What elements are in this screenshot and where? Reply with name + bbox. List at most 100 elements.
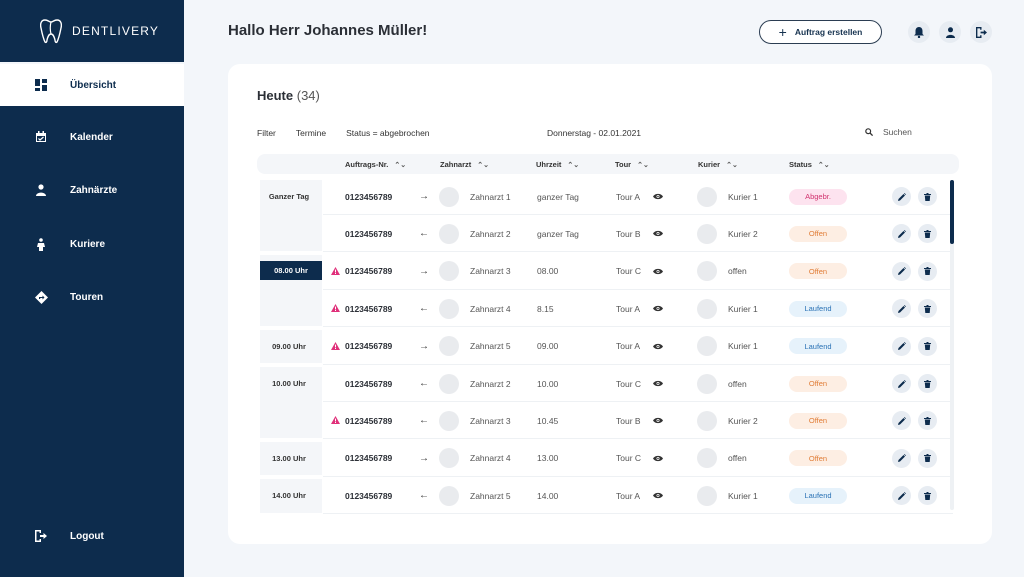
table-row[interactable]: 0123456789 ← Zahnarzt 4 8.15 Tour A Kurier 1 L… (323, 290, 953, 328)
user-icon (945, 26, 955, 38)
logout-label: Logout (70, 530, 104, 542)
dentist-name[interactable]: Zahnarzt 4 (470, 290, 511, 327)
delete-button[interactable] (918, 178, 937, 215)
table-row[interactable]: 0123456789 → Zahnarzt 4 13.00 Tour C offen Off… (323, 440, 953, 477)
delete-button[interactable] (918, 477, 937, 514)
column-header-time[interactable]: Uhrzeit ⌃⌄ (536, 160, 579, 169)
courier-name[interactable]: Kurier 1 (728, 328, 758, 365)
courier-name[interactable]: Kurier 1 (728, 477, 758, 514)
delete-button[interactable] (918, 215, 937, 252)
sidebar-item-kuriere[interactable]: Kuriere (0, 223, 184, 265)
courier-name[interactable]: Kurier 1 (728, 178, 758, 215)
sidebar-item-touren[interactable]: Touren (0, 276, 184, 318)
courier-name[interactable]: offen (728, 365, 747, 402)
delete-button[interactable] (918, 365, 937, 402)
filter-button[interactable]: Filter (257, 128, 276, 138)
filter-termine[interactable]: Termine (296, 128, 326, 138)
courier-name[interactable]: Kurier 1 (728, 290, 758, 327)
courier-avatar (697, 402, 717, 439)
dentist-name[interactable]: Zahnarzt 3 (470, 253, 511, 290)
eye-icon (653, 231, 663, 237)
brand[interactable]: DENTLIVERY (0, 0, 184, 62)
search-input[interactable]: Suchen (883, 127, 912, 137)
dentist-name[interactable]: Zahnarzt 2 (470, 365, 511, 402)
search[interactable]: Suchen (865, 127, 912, 137)
dentist-name[interactable]: Zahnarzt 5 (470, 477, 511, 514)
edit-button[interactable] (892, 402, 911, 439)
view-tour-button[interactable] (653, 178, 663, 215)
delete-button[interactable] (918, 440, 937, 477)
edit-button[interactable] (892, 328, 911, 365)
courier-name[interactable]: Kurier 2 (728, 402, 758, 439)
sidebar-item-kalender[interactable]: Kalender (0, 116, 184, 158)
table-row[interactable]: 0123456789 ← Zahnarzt 5 14.00 Tour A Kurier 1… (323, 477, 953, 515)
view-tour-button[interactable] (653, 477, 663, 514)
status-badge: Offen (789, 440, 847, 477)
logout-icon (34, 529, 48, 543)
table-row[interactable]: 0123456789 ← Zahnarzt 2 10.00 Tour C offen Off… (323, 365, 953, 402)
column-header-tour[interactable]: Tour ⌃⌄ (615, 160, 649, 169)
dentist-name[interactable]: Zahnarzt 3 (470, 402, 511, 439)
edit-button[interactable] (892, 365, 911, 402)
edit-button[interactable] (892, 290, 911, 327)
tour-name: Tour B (616, 228, 641, 239)
tour-name: Tour C (616, 266, 642, 277)
order-time: ganzer Tag (537, 228, 579, 239)
eye-icon (653, 493, 663, 499)
scrollbar[interactable] (950, 180, 954, 510)
create-order-button[interactable]: + Auftrag erstellen (759, 20, 882, 44)
profile-button[interactable] (939, 21, 961, 43)
table-row[interactable]: 0123456789 ← Zahnarzt 2 ganzer Tag Tour B Kur… (323, 215, 953, 253)
delete-button[interactable] (918, 402, 937, 439)
dentist-avatar (439, 402, 459, 439)
logout-button[interactable]: Logout (0, 515, 184, 557)
table-row[interactable]: 0123456789 → Zahnarzt 5 09.00 Tour A Kurier 1… (323, 328, 953, 365)
delete-button[interactable] (918, 328, 937, 365)
edit-button[interactable] (892, 215, 911, 252)
courier-name[interactable]: Kurier 2 (728, 215, 758, 252)
column-header-dentist[interactable]: Zahnarzt ⌃⌄ (440, 160, 489, 169)
table-row[interactable]: 0123456789 → Zahnarzt 3 08.00 Tour C offen Off… (323, 253, 953, 290)
status-badge: Offen (789, 365, 847, 402)
eye-icon (653, 193, 663, 200)
delete-button[interactable] (918, 290, 937, 327)
direction-arrow-icon: → (419, 265, 429, 277)
filter-status[interactable]: Status = abgebrochen (346, 128, 429, 138)
view-tour-button[interactable] (653, 402, 663, 439)
sidebar-item-uebersicht[interactable]: Übersicht (0, 64, 184, 106)
view-tour-button[interactable] (653, 440, 663, 477)
tour-name: Tour A (616, 191, 641, 202)
card-title-count: (34) (296, 88, 320, 103)
notifications-button[interactable] (908, 21, 930, 43)
view-tour-button[interactable] (653, 290, 663, 327)
scrollbar-thumb[interactable] (950, 180, 954, 244)
dentist-avatar (439, 477, 459, 514)
courier-avatar (697, 178, 717, 215)
edit-button[interactable] (892, 477, 911, 514)
dentist-name[interactable]: Zahnarzt 1 (470, 178, 511, 215)
table-row[interactable]: 0123456789 ← Zahnarzt 3 10.45 Tour B Kurier 2… (323, 402, 953, 440)
view-tour-button[interactable] (653, 215, 663, 252)
courier-name[interactable]: offen (728, 253, 747, 290)
column-header-status[interactable]: Status ⌃⌄ (789, 160, 830, 169)
tour-name: Tour A (616, 490, 641, 501)
table-row[interactable]: 0123456789 → Zahnarzt 1 ganzer Tag Tour A Kur… (323, 178, 953, 215)
dentist-name[interactable]: Zahnarzt 5 (470, 328, 511, 365)
order-number: 0123456789 (345, 303, 393, 314)
view-tour-button[interactable] (653, 253, 663, 290)
view-tour-button[interactable] (653, 365, 663, 402)
delete-button[interactable] (918, 253, 937, 290)
edit-button[interactable] (892, 440, 911, 477)
sidebar-item-zahnaerzte[interactable]: Zahnärzte (0, 169, 184, 211)
header-logout-button[interactable] (970, 21, 992, 43)
sidebar: DENTLIVERY Übersicht Kalender Zahnärzte … (0, 0, 184, 577)
dentist-name[interactable]: Zahnarzt 4 (470, 440, 511, 477)
edit-button[interactable] (892, 253, 911, 290)
courier-name[interactable]: offen (728, 440, 747, 477)
sort-icon: ⌃⌄ (726, 161, 738, 169)
dentist-name[interactable]: Zahnarzt 2 (470, 215, 511, 252)
view-tour-button[interactable] (653, 328, 663, 365)
column-header-courier[interactable]: Kurier ⌃⌄ (698, 160, 738, 169)
edit-button[interactable] (892, 178, 911, 215)
column-header-order[interactable]: Auftrags-Nr. ⌃⌄ (345, 160, 406, 169)
